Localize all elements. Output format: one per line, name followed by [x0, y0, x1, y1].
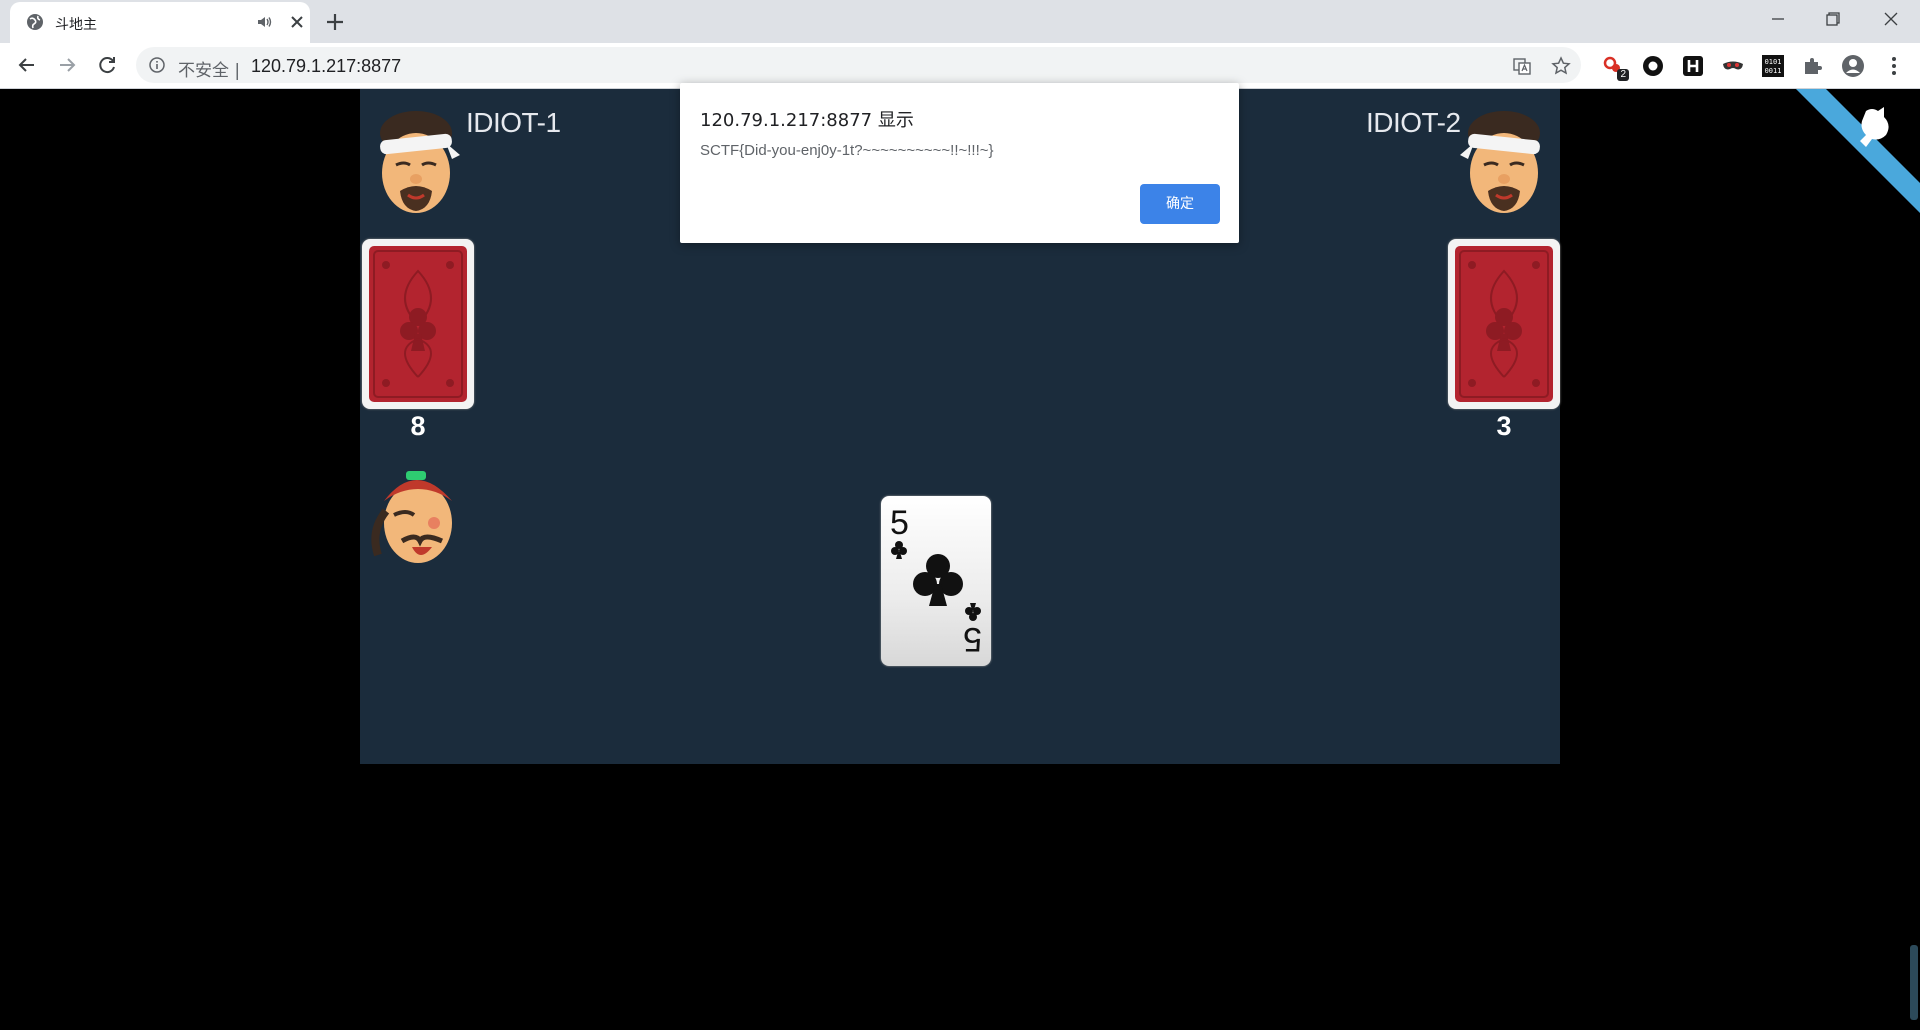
extension-mask-icon[interactable]: [1721, 54, 1745, 78]
address-bar[interactable]: 不安全 | 120.79.1.217:8877: [136, 47, 1581, 83]
speaker-icon[interactable]: [255, 13, 273, 31]
farmer-avatar-right-icon: [1460, 111, 1540, 213]
card-back-left: [362, 239, 474, 409]
alert-dialog: 120.79.1.217:8877 显示 SCTF{Did-you-enj0y-…: [680, 83, 1239, 243]
translate-icon[interactable]: [1512, 56, 1532, 76]
tab-strip: 斗地主: [0, 0, 1920, 43]
player-name-right: IDIOT-2: [1366, 107, 1461, 138]
ok-button[interactable]: 确定: [1140, 184, 1220, 224]
forward-arrow-icon[interactable]: [54, 52, 80, 78]
extension-red-icon[interactable]: 2: [1601, 54, 1629, 81]
club-large-icon: [913, 554, 963, 606]
club-small-top-icon: [891, 541, 907, 559]
tab-title: 斗地主: [55, 17, 97, 33]
extension-binary-icon[interactable]: 0101 0011: [1761, 54, 1785, 78]
tab-doudizhu[interactable]: 斗地主: [10, 2, 310, 43]
card-back-right: [1448, 239, 1560, 409]
alert-title: 120.79.1.217:8877 显示: [700, 110, 914, 131]
url-text[interactable]: 120.79.1.217:8877: [251, 56, 401, 77]
card-count-left: 8: [410, 411, 426, 441]
minimize-icon[interactable]: [1763, 6, 1793, 32]
info-icon[interactable]: [148, 56, 166, 74]
bookmark-star-icon[interactable]: [1551, 56, 1571, 76]
card-count-right: 3: [1496, 411, 1512, 441]
restore-icon[interactable]: [1818, 6, 1848, 32]
svg-text:0101: 0101: [1765, 58, 1782, 66]
alert-message: SCTF{Did-you-enj0y-1t?~~~~~~~~~~!!~!!!~}: [700, 142, 994, 159]
card-rank-bottom: 5: [963, 620, 982, 658]
card-rank-top: 5: [890, 504, 909, 542]
back-arrow-icon[interactable]: [14, 52, 40, 78]
globe-icon: [27, 14, 43, 30]
extension-badge: 2: [1617, 69, 1629, 81]
farmer-avatar-left-icon: [380, 111, 460, 213]
club-small-bottom-icon: [965, 603, 981, 621]
extension-circle-icon[interactable]: [1641, 54, 1665, 78]
player-name-left: IDIOT-1: [466, 107, 561, 138]
card-back-pattern-icon: [369, 246, 467, 402]
not-secure-label: 不安全 |: [178, 61, 241, 81]
extension-h-icon[interactable]: [1681, 54, 1705, 78]
github-corner-icon[interactable]: [1796, 89, 1920, 213]
landlord-avatar-icon: [371, 471, 452, 563]
close-window-icon[interactable]: [1876, 6, 1906, 32]
profile-avatar-icon[interactable]: [1841, 54, 1865, 78]
card-back-pattern-icon: [1455, 246, 1553, 402]
scrollbar-thumb[interactable]: [1910, 945, 1918, 1020]
played-card-5-clubs: 5 5: [881, 496, 991, 666]
close-tab-icon[interactable]: [288, 13, 306, 31]
svg-text:0011: 0011: [1765, 67, 1782, 75]
browser-menu-icon[interactable]: [1882, 54, 1906, 78]
new-tab-plus-icon[interactable]: [322, 9, 348, 35]
extensions-puzzle-icon[interactable]: [1801, 54, 1825, 78]
reload-icon[interactable]: [94, 52, 120, 78]
